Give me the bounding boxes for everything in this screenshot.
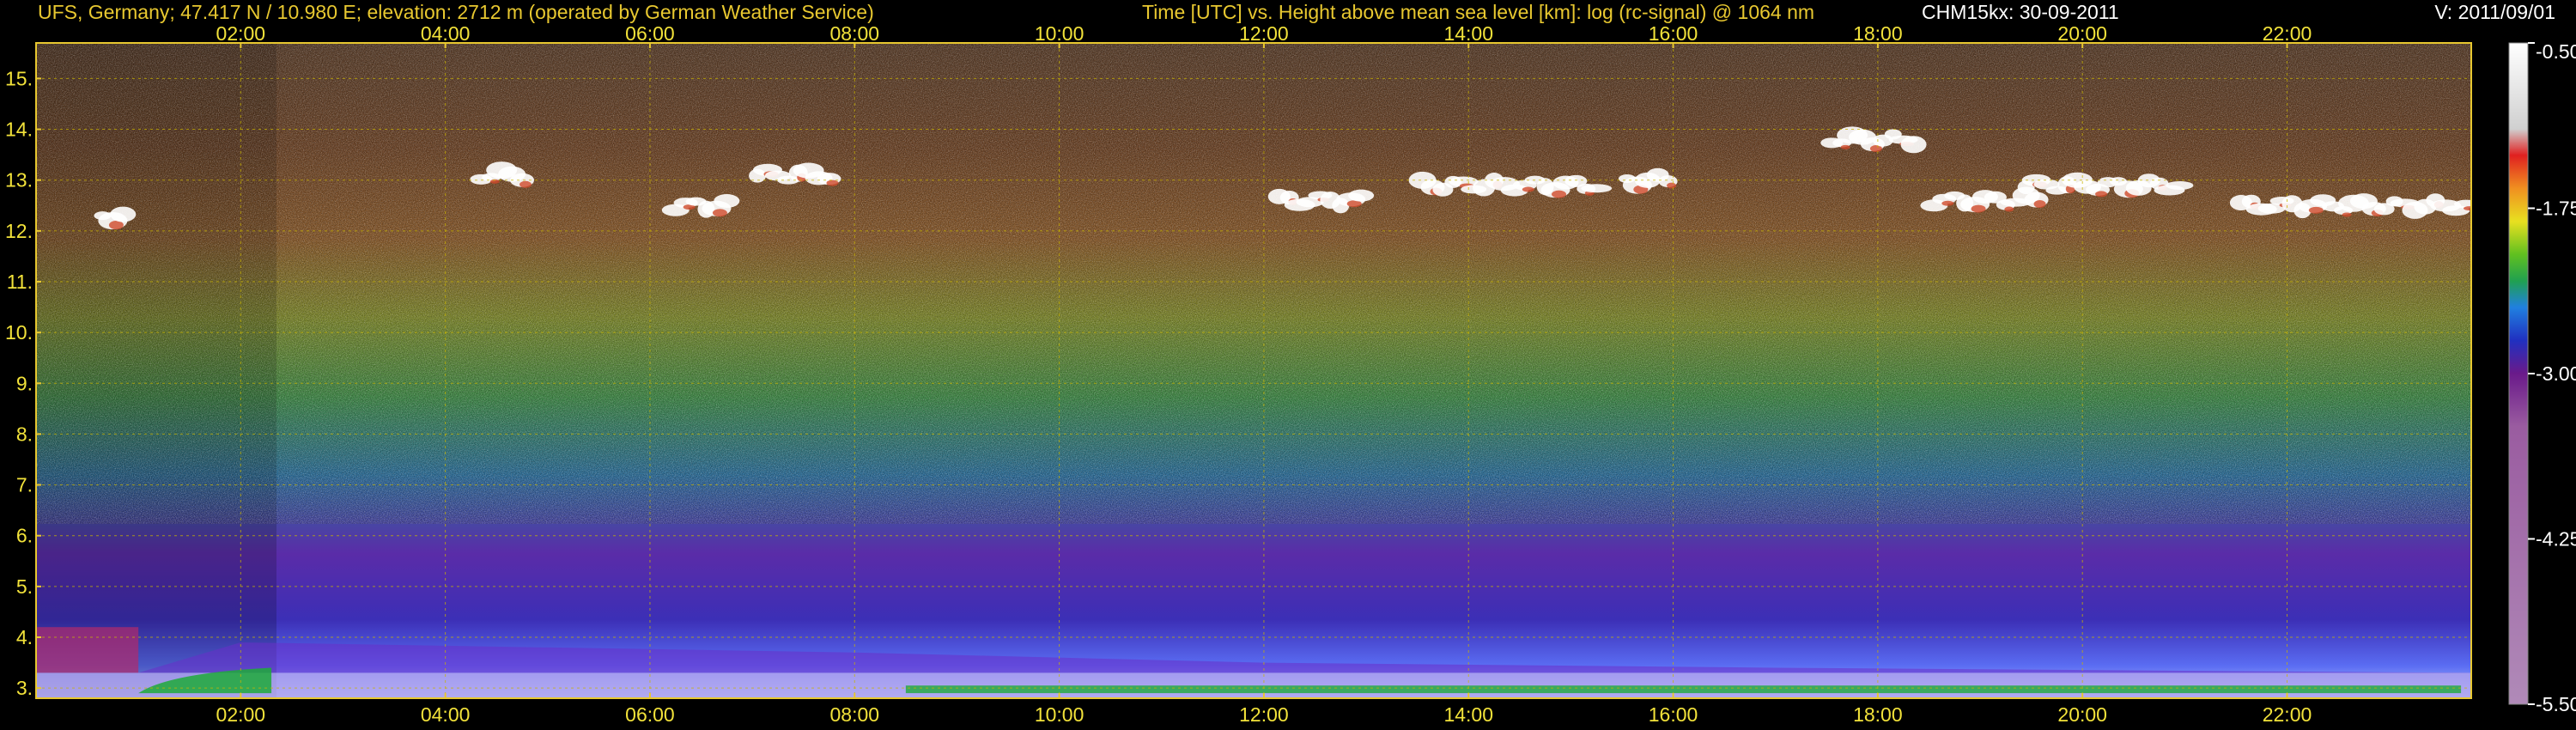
x-tick-label-bottom: 12:00 <box>1239 703 1289 726</box>
x-tick-label-top: 16:00 <box>1649 22 1698 45</box>
early-layer <box>36 627 139 673</box>
y-tick-label: 15. <box>5 67 33 89</box>
cloud-8-edge <box>1971 204 1986 213</box>
x-tick-label-bottom: 02:00 <box>216 703 266 726</box>
x-tick-label-bottom: 06:00 <box>625 703 675 726</box>
x-tick-label-top: 04:00 <box>421 22 471 45</box>
x-tick-label-top: 06:00 <box>625 22 675 45</box>
y-tick-label: 7. <box>16 474 33 496</box>
surface-layer-green <box>905 685 2462 694</box>
cloud-8-edge <box>2033 200 2046 209</box>
cloud-1-edge <box>519 180 532 188</box>
y-tick-label: 8. <box>16 423 33 445</box>
y-tick-label: 12. <box>5 220 33 242</box>
x-tick-label-bottom: 04:00 <box>421 703 471 726</box>
cloud-0-edge <box>108 221 124 230</box>
cloud-9-edge <box>2095 191 2108 198</box>
y-tick-label: 14. <box>5 119 33 141</box>
y-tick-label: 13. <box>5 169 33 192</box>
cloud-10-edge <box>2342 212 2352 217</box>
cloud-2-edge <box>712 209 727 217</box>
x-tick-label-top: 12:00 <box>1239 22 1289 45</box>
cloud-10-edge <box>2308 206 2324 214</box>
cloud-5-blob <box>1581 184 1613 193</box>
colorbar-tick-label: -4.25 <box>2536 528 2576 551</box>
cloud-2-blob <box>714 193 740 208</box>
colorbar-tick-label: -1.75 <box>2536 198 2576 220</box>
y-tick-label: 4. <box>16 626 33 648</box>
cloud-3-edge <box>826 179 839 186</box>
x-tick-label-top: 18:00 <box>1853 22 1903 45</box>
cloud-8-edge <box>1941 200 1954 206</box>
cloud-0-blob <box>110 206 137 222</box>
cloud-10-edge <box>2464 206 2471 211</box>
ceilometer-chart: 02:00 04:00 06:00 08:00 10:00 12:00 14:00 16:00… <box>5 22 2576 726</box>
cloud-4-blob <box>1348 189 1375 202</box>
x-tick-label-top: 20:00 <box>2057 22 2107 45</box>
y-tick-label: 9. <box>16 372 33 394</box>
x-tick-label-top: 02:00 <box>216 22 266 45</box>
x-tick-label-top: 08:00 <box>829 22 879 45</box>
y-tick-label: 11. <box>7 271 33 293</box>
x-tick-label-bottom: 22:00 <box>2263 703 2312 726</box>
cloud-5-edge <box>1522 186 1534 192</box>
surface-haze <box>36 672 2471 698</box>
x-tick-label-bottom: 16:00 <box>1649 703 1698 726</box>
x-tick-label-bottom: 20:00 <box>2057 703 2107 726</box>
cloud-5-edge <box>1552 190 1567 198</box>
x-tick-label-top: 10:00 <box>1035 22 1084 45</box>
noise-dark <box>36 43 2471 524</box>
cloud-7-edge <box>1840 144 1850 149</box>
x-tick-label-bottom: 14:00 <box>1443 703 1493 726</box>
y-tick-label: 5. <box>16 575 33 598</box>
colorbar-tick-label: -3.00 <box>2536 362 2576 385</box>
x-tick-label-top: 14:00 <box>1443 22 1493 45</box>
y-tick-label: 3. <box>16 677 33 699</box>
colorbar-tick-label: -0.50 <box>2536 40 2576 63</box>
cloud-7-blob <box>1900 136 1927 154</box>
x-tick-label-top: 22:00 <box>2263 22 2312 45</box>
colorbar-tick-label: -5.50 <box>2536 693 2576 715</box>
cloud-6-edge <box>1667 182 1677 189</box>
colorbar <box>2509 43 2528 704</box>
colorbar-ticks: -0.50 -1.75 -3.00 -4.25 -5.50 <box>2528 40 2576 715</box>
x-tick-label-bottom: 10:00 <box>1035 703 1084 726</box>
x-tick-label-bottom: 08:00 <box>829 703 879 726</box>
x-tick-label-bottom: 18:00 <box>1853 703 1903 726</box>
y-tick-label: 10. <box>5 321 33 344</box>
cloud-8-edge <box>2004 206 2014 212</box>
cloud-9-blob <box>2166 180 2194 190</box>
y-tick-label: 6. <box>16 525 33 547</box>
